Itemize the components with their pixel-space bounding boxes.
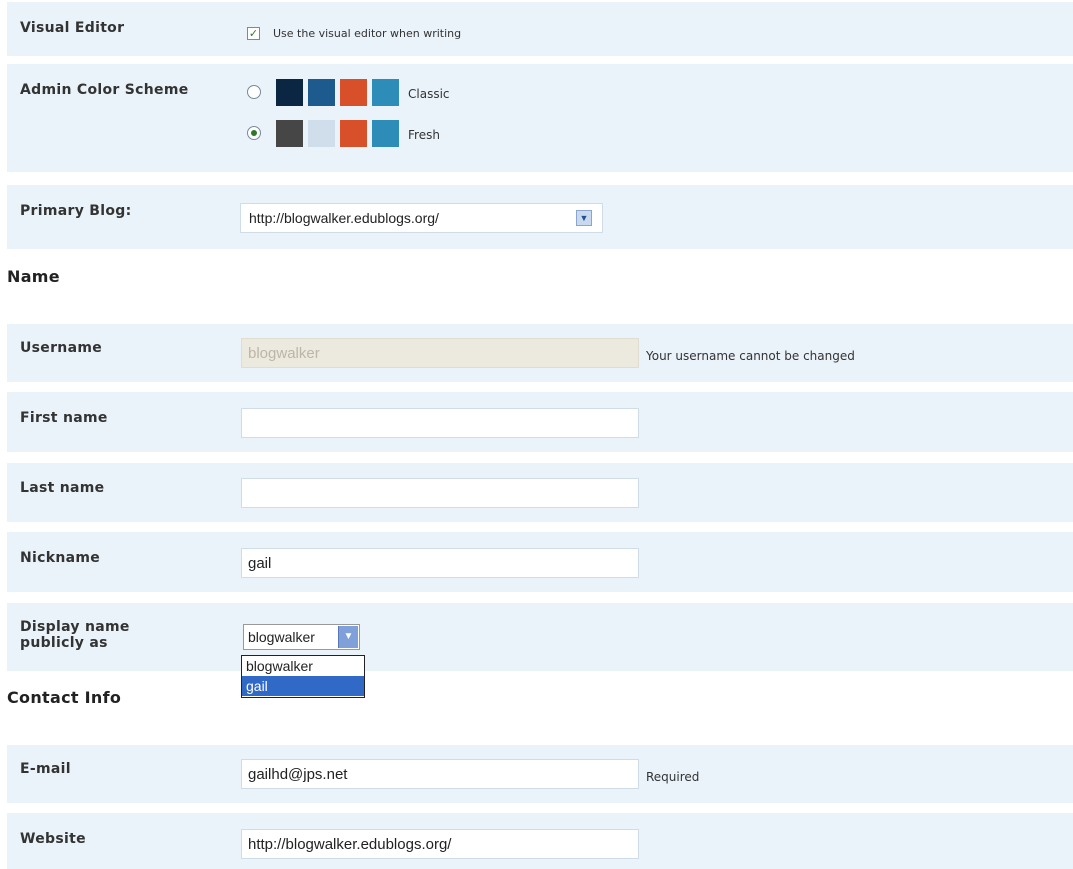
email-note: Required	[646, 770, 700, 784]
username-note: Your username cannot be changed	[646, 349, 855, 363]
website-field[interactable]: http://blogwalker.edublogs.org/	[241, 829, 639, 859]
email-field[interactable]: gailhd@jps.net	[241, 759, 639, 789]
primary-blog-label: Primary Blog:	[20, 203, 132, 219]
contact-section-title: Contact Info	[7, 688, 122, 707]
visual-editor-checkbox[interactable]: ✓	[247, 27, 260, 40]
website-label: Website	[20, 831, 86, 847]
scheme-classic-name[interactable]: Classic	[408, 87, 450, 101]
scheme-classic-radio[interactable]	[247, 85, 261, 99]
primary-blog-value: http://blogwalker.edublogs.org/	[249, 210, 439, 226]
color-scheme-row: Admin Color Scheme Classic Fresh	[7, 64, 1073, 172]
visual-editor-row: Visual Editor ✓ Use the visual editor wh…	[7, 2, 1073, 56]
scheme-classic-swatch-1	[276, 79, 303, 106]
nickname-label: Nickname	[20, 550, 101, 566]
display-name-value: blogwalker	[248, 629, 315, 645]
chevron-down-icon[interactable]: ▼	[576, 210, 592, 226]
last-name-label: Last name	[20, 480, 105, 496]
username-label: Username	[20, 340, 102, 356]
scheme-fresh-name[interactable]: Fresh	[408, 128, 440, 142]
primary-blog-select[interactable]: http://blogwalker.edublogs.org/ ▼	[240, 203, 603, 233]
scheme-classic-swatch-3	[340, 79, 367, 106]
color-scheme-label: Admin Color Scheme	[20, 82, 189, 98]
email-label: E-mail	[20, 761, 71, 777]
chevron-down-icon[interactable]: ▼	[338, 626, 358, 648]
display-name-row: Display name publicly as	[7, 603, 1073, 671]
last-name-field[interactable]	[241, 478, 639, 508]
name-section-title: Name	[7, 267, 60, 286]
nickname-field[interactable]: gail	[241, 548, 639, 578]
scheme-classic-swatch-4	[372, 79, 399, 106]
dropdown-option-gail[interactable]: gail	[242, 676, 364, 696]
scheme-fresh-swatch-1	[276, 120, 303, 147]
visual-editor-label: Visual Editor	[20, 20, 125, 36]
dropdown-option-blogwalker[interactable]: blogwalker	[242, 656, 364, 676]
first-name-field[interactable]	[241, 408, 639, 438]
display-name-select[interactable]: blogwalker ▼	[243, 624, 360, 650]
scheme-fresh-swatch-4	[372, 120, 399, 147]
display-name-dropdown-list: blogwalker gail	[241, 655, 365, 698]
visual-editor-checkbox-label[interactable]: Use the visual editor when writing	[273, 27, 461, 40]
scheme-fresh-swatch-2	[308, 120, 335, 147]
scheme-fresh-swatch-3	[340, 120, 367, 147]
display-name-label: Display name publicly as	[20, 619, 130, 651]
scheme-fresh-radio[interactable]	[247, 126, 261, 140]
username-field: blogwalker	[241, 338, 639, 368]
scheme-classic-swatch-2	[308, 79, 335, 106]
first-name-label: First name	[20, 410, 108, 426]
